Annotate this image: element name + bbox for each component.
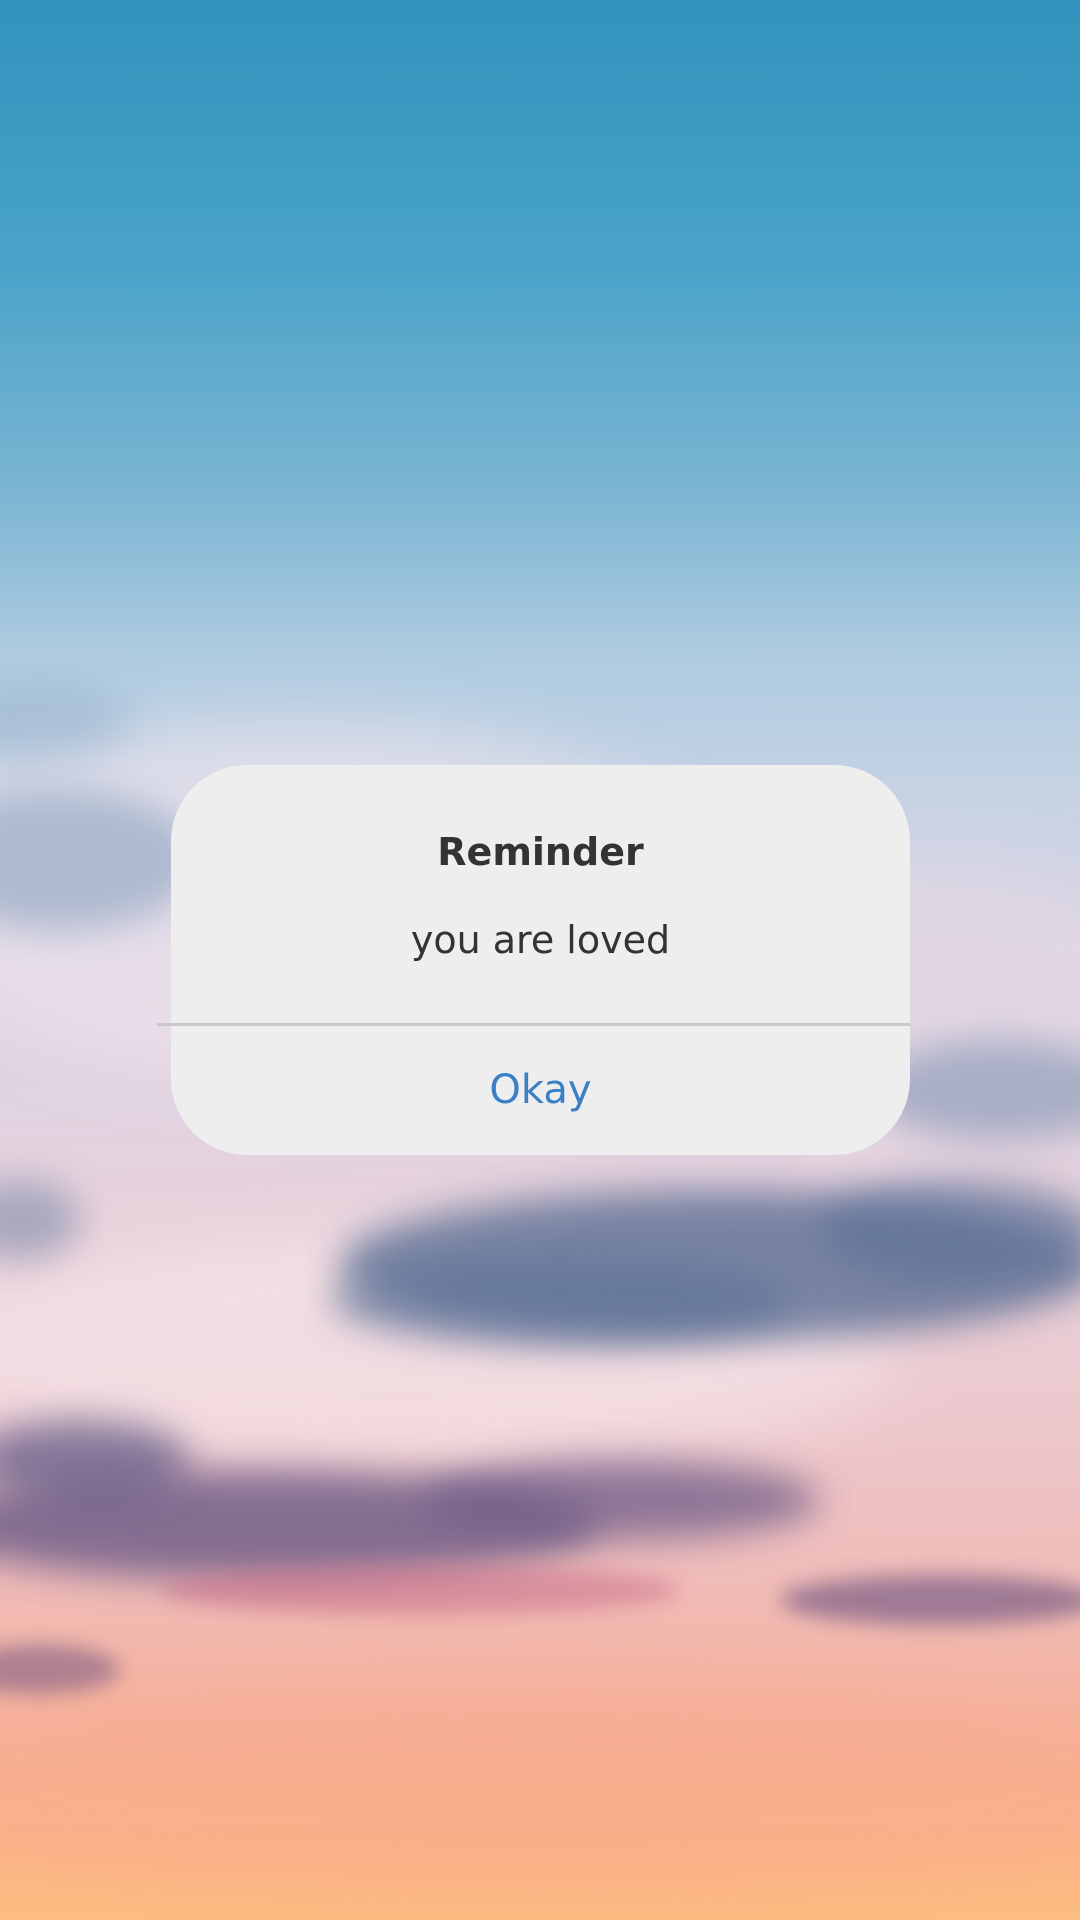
- dialog-divider: [157, 1023, 910, 1026]
- okay-button-label: Okay: [489, 1067, 592, 1113]
- okay-button[interactable]: Okay: [171, 1025, 910, 1155]
- dialog-message: you are loved: [410, 918, 671, 962]
- dialog-title: Reminder: [437, 830, 644, 874]
- reminder-dialog: Reminder you are loved Okay: [171, 765, 910, 1155]
